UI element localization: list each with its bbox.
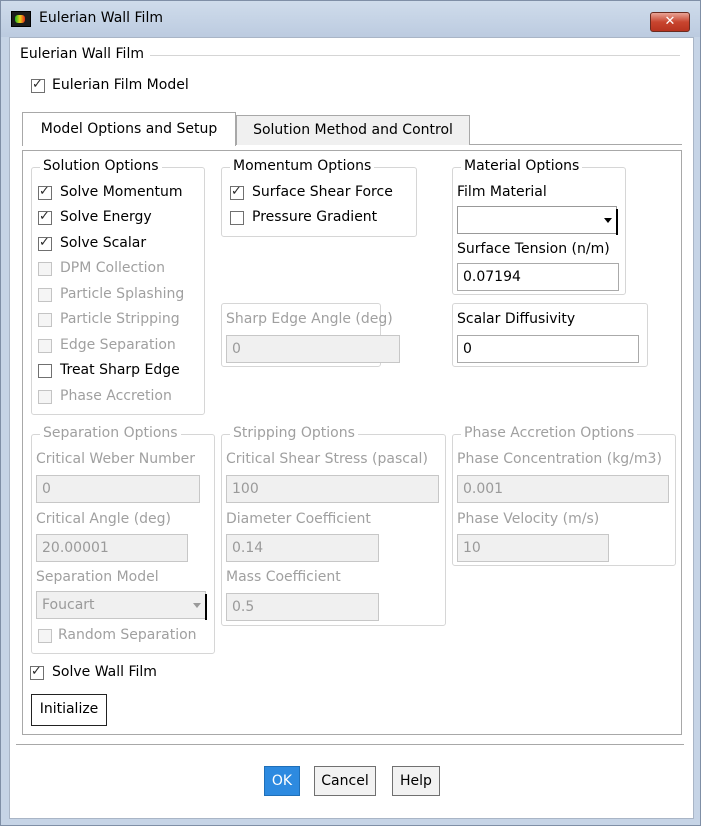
critical-shear-label: Critical Shear Stress (pascal) (226, 451, 428, 467)
particle-splashing-checkbox (38, 288, 52, 302)
diameter-coefficient-label: Diameter Coefficient (226, 511, 371, 527)
tab-strip-line (470, 144, 682, 145)
random-separation-checkbox (38, 629, 52, 643)
sharp-edge-angle-field: 0 (226, 335, 400, 363)
phase-accretion-checkbox (38, 390, 52, 404)
tab-panel: Solution Options Solve Momentum Solve En… (22, 150, 682, 735)
edge-separation-label: Edge Separation (60, 337, 176, 353)
treat-sharp-edge-checkbox[interactable] (38, 364, 52, 378)
tab-solution-method[interactable]: Solution Method and Control (236, 115, 470, 145)
chevron-down-icon (193, 603, 201, 608)
solve-scalar-label: Solve Scalar (60, 235, 147, 251)
critical-angle-label: Critical Angle (deg) (36, 511, 172, 527)
solve-wall-film-label: Solve Wall Film (52, 664, 157, 680)
sharp-edge-angle-label: Sharp Edge Angle (deg) (226, 311, 393, 327)
particle-splashing-label: Particle Splashing (60, 286, 185, 302)
eulerian-film-model-label: Eulerian Film Model (52, 77, 189, 93)
surface-shear-force-label: Surface Shear Force (252, 184, 393, 200)
divider (150, 55, 680, 56)
dpm-collection-label: DPM Collection (60, 260, 165, 276)
edge-separation-checkbox (38, 339, 52, 353)
ok-button[interactable]: OK (264, 766, 300, 796)
surface-shear-force-checkbox[interactable] (230, 184, 244, 200)
treat-sharp-edge-label: Treat Sharp Edge (60, 362, 180, 378)
phase-velocity-field: 10 (457, 534, 609, 562)
surface-tension-field[interactable]: 0.07194 (457, 263, 619, 291)
critical-weber-label: Critical Weber Number (36, 451, 195, 467)
outer-group-legend: Eulerian Wall Film (20, 46, 144, 62)
phase-velocity-label: Phase Velocity (m/s) (457, 511, 600, 527)
momentum-options-group: Momentum Options (221, 158, 417, 237)
cancel-button[interactable]: Cancel (314, 766, 376, 796)
surface-tension-label: Surface Tension (n/m) (457, 241, 610, 257)
particle-stripping-label: Particle Stripping (60, 311, 180, 327)
tab-model-options[interactable]: Model Options and Setup (22, 112, 236, 146)
separation-model-dropdown: Foucart (36, 591, 207, 620)
film-material-dropdown[interactable] (457, 206, 618, 235)
separation-model-value: Foucart (42, 597, 95, 613)
eulerian-film-model-checkbox[interactable] (31, 77, 45, 93)
film-material-label: Film Material (457, 184, 547, 200)
chevron-down-icon (604, 218, 612, 223)
dropdown-edge (205, 594, 207, 620)
dpm-collection-checkbox (38, 262, 52, 276)
momentum-options-legend: Momentum Options (230, 158, 375, 174)
mass-coefficient-field: 0.5 (226, 593, 379, 621)
critical-weber-field: 0 (36, 475, 200, 503)
material-options-legend: Material Options (461, 158, 583, 174)
title-bar[interactable]: Eulerian Wall Film ✕ (1, 1, 700, 37)
phase-concentration-label: Phase Concentration (kg/m3) (457, 451, 662, 467)
mass-coefficient-label: Mass Coefficient (226, 569, 341, 585)
close-icon[interactable]: ✕ (650, 12, 690, 32)
solve-energy-checkbox[interactable] (38, 209, 52, 225)
scalar-diffusivity-field[interactable]: 0 (457, 335, 639, 363)
solve-wall-film-checkbox[interactable] (30, 664, 44, 680)
particle-stripping-checkbox (38, 313, 52, 327)
critical-shear-field: 100 (226, 475, 439, 503)
critical-angle-field: 20.00001 (36, 534, 188, 562)
pressure-gradient-label: Pressure Gradient (252, 209, 378, 225)
solve-momentum-label: Solve Momentum (60, 184, 183, 200)
scalar-diffusivity-label: Scalar Diffusivity (457, 311, 576, 327)
initialize-button[interactable]: Initialize (31, 694, 107, 726)
window-title: Eulerian Wall Film (39, 10, 163, 26)
diameter-coefficient-field: 0.14 (226, 534, 379, 562)
dropdown-edge (616, 209, 618, 235)
solve-energy-label: Solve Energy (60, 209, 152, 225)
phase-concentration-field: 0.001 (457, 475, 669, 503)
phase-accretion-options-legend: Phase Accretion Options (461, 425, 638, 441)
app-icon (11, 11, 31, 27)
separation-options-legend: Separation Options (40, 425, 181, 441)
random-separation-label: Random Separation (58, 627, 197, 643)
dialog-client: Eulerian Wall Film Eulerian Film Model M… (9, 37, 694, 819)
help-button[interactable]: Help (392, 766, 440, 796)
phase-accretion-label: Phase Accretion (60, 388, 172, 404)
solve-scalar-checkbox[interactable] (38, 235, 52, 251)
solve-momentum-checkbox[interactable] (38, 184, 52, 200)
separation-model-label: Separation Model (36, 569, 159, 585)
dialog-window: Eulerian Wall Film ✕ Eulerian Wall Film … (0, 0, 701, 826)
pressure-gradient-checkbox[interactable] (230, 211, 244, 225)
solution-options-legend: Solution Options (40, 158, 162, 174)
footer-divider (16, 744, 684, 745)
stripping-options-legend: Stripping Options (230, 425, 358, 441)
